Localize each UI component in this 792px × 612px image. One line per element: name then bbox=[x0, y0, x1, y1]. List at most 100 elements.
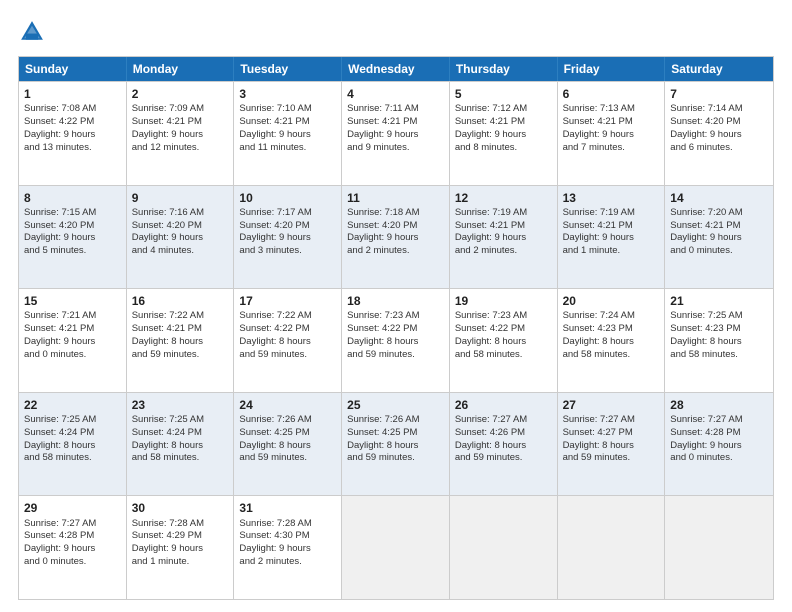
sunrise-text: Sunrise: 7:23 AM bbox=[347, 310, 444, 323]
sunrise-text: Sunrise: 7:17 AM bbox=[239, 207, 336, 220]
daylight-hours: and 58 minutes. bbox=[132, 452, 229, 465]
daylight-hours: and 9 minutes. bbox=[347, 142, 444, 155]
calendar-day: 15Sunrise: 7:21 AMSunset: 4:21 PMDayligh… bbox=[19, 289, 127, 392]
sunrise-text: Sunrise: 7:27 AM bbox=[563, 414, 660, 427]
sunset-text: Sunset: 4:20 PM bbox=[24, 220, 121, 233]
sunset-text: Sunset: 4:21 PM bbox=[455, 116, 552, 129]
sunset-text: Sunset: 4:22 PM bbox=[347, 323, 444, 336]
sunset-text: Sunset: 4:27 PM bbox=[563, 427, 660, 440]
day-number: 29 bbox=[24, 500, 121, 516]
sunset-text: Sunset: 4:22 PM bbox=[24, 116, 121, 129]
calendar-day: 2Sunrise: 7:09 AMSunset: 4:21 PMDaylight… bbox=[127, 82, 235, 185]
sunset-text: Sunset: 4:21 PM bbox=[670, 220, 768, 233]
calendar-header: SundayMondayTuesdayWednesdayThursdayFrid… bbox=[19, 57, 773, 81]
calendar-day: 11Sunrise: 7:18 AMSunset: 4:20 PMDayligh… bbox=[342, 186, 450, 289]
day-number: 8 bbox=[24, 190, 121, 206]
sunrise-text: Sunrise: 7:19 AM bbox=[455, 207, 552, 220]
calendar-day-empty bbox=[342, 496, 450, 599]
day-number: 28 bbox=[670, 397, 768, 413]
calendar-day: 8Sunrise: 7:15 AMSunset: 4:20 PMDaylight… bbox=[19, 186, 127, 289]
day-number: 14 bbox=[670, 190, 768, 206]
daylight-hours: and 8 minutes. bbox=[455, 142, 552, 155]
calendar-body: 1Sunrise: 7:08 AMSunset: 4:22 PMDaylight… bbox=[19, 81, 773, 599]
daylight-hours: and 59 minutes. bbox=[239, 349, 336, 362]
daylight-label: Daylight: 9 hours bbox=[455, 129, 552, 142]
calendar-day: 17Sunrise: 7:22 AMSunset: 4:22 PMDayligh… bbox=[234, 289, 342, 392]
sunset-text: Sunset: 4:26 PM bbox=[455, 427, 552, 440]
weekday-header: Sunday bbox=[19, 57, 127, 81]
sunrise-text: Sunrise: 7:22 AM bbox=[239, 310, 336, 323]
daylight-hours: and 59 minutes. bbox=[455, 452, 552, 465]
daylight-hours: and 59 minutes. bbox=[347, 452, 444, 465]
calendar-week: 15Sunrise: 7:21 AMSunset: 4:21 PMDayligh… bbox=[19, 288, 773, 392]
sunset-text: Sunset: 4:25 PM bbox=[347, 427, 444, 440]
sunrise-text: Sunrise: 7:13 AM bbox=[563, 103, 660, 116]
daylight-hours: and 59 minutes. bbox=[239, 452, 336, 465]
calendar-day: 9Sunrise: 7:16 AMSunset: 4:20 PMDaylight… bbox=[127, 186, 235, 289]
calendar-day: 5Sunrise: 7:12 AMSunset: 4:21 PMDaylight… bbox=[450, 82, 558, 185]
calendar-day-empty bbox=[665, 496, 773, 599]
daylight-label: Daylight: 8 hours bbox=[239, 336, 336, 349]
weekday-header: Saturday bbox=[665, 57, 773, 81]
sunrise-text: Sunrise: 7:16 AM bbox=[132, 207, 229, 220]
day-number: 5 bbox=[455, 86, 552, 102]
calendar-day: 10Sunrise: 7:17 AMSunset: 4:20 PMDayligh… bbox=[234, 186, 342, 289]
calendar-day: 19Sunrise: 7:23 AMSunset: 4:22 PMDayligh… bbox=[450, 289, 558, 392]
daylight-hours: and 2 minutes. bbox=[239, 556, 336, 569]
logo-icon bbox=[18, 18, 46, 46]
daylight-hours: and 59 minutes. bbox=[132, 349, 229, 362]
daylight-hours: and 3 minutes. bbox=[239, 245, 336, 258]
daylight-label: Daylight: 9 hours bbox=[670, 232, 768, 245]
page: SundayMondayTuesdayWednesdayThursdayFrid… bbox=[0, 0, 792, 612]
calendar-day: 20Sunrise: 7:24 AMSunset: 4:23 PMDayligh… bbox=[558, 289, 666, 392]
day-number: 18 bbox=[347, 293, 444, 309]
calendar-week: 1Sunrise: 7:08 AMSunset: 4:22 PMDaylight… bbox=[19, 81, 773, 185]
sunset-text: Sunset: 4:21 PM bbox=[132, 116, 229, 129]
weekday-header: Friday bbox=[558, 57, 666, 81]
calendar-day: 29Sunrise: 7:27 AMSunset: 4:28 PMDayligh… bbox=[19, 496, 127, 599]
daylight-hours: and 12 minutes. bbox=[132, 142, 229, 155]
calendar-day: 13Sunrise: 7:19 AMSunset: 4:21 PMDayligh… bbox=[558, 186, 666, 289]
daylight-hours: and 0 minutes. bbox=[670, 452, 768, 465]
sunset-text: Sunset: 4:28 PM bbox=[24, 530, 121, 543]
sunset-text: Sunset: 4:21 PM bbox=[239, 116, 336, 129]
daylight-label: Daylight: 8 hours bbox=[347, 440, 444, 453]
daylight-hours: and 58 minutes. bbox=[670, 349, 768, 362]
calendar-week: 29Sunrise: 7:27 AMSunset: 4:28 PMDayligh… bbox=[19, 495, 773, 599]
sunset-text: Sunset: 4:21 PM bbox=[24, 323, 121, 336]
calendar-day: 23Sunrise: 7:25 AMSunset: 4:24 PMDayligh… bbox=[127, 393, 235, 496]
calendar-day: 31Sunrise: 7:28 AMSunset: 4:30 PMDayligh… bbox=[234, 496, 342, 599]
sunrise-text: Sunrise: 7:11 AM bbox=[347, 103, 444, 116]
sunset-text: Sunset: 4:24 PM bbox=[132, 427, 229, 440]
daylight-label: Daylight: 9 hours bbox=[563, 232, 660, 245]
daylight-label: Daylight: 8 hours bbox=[347, 336, 444, 349]
calendar-day: 28Sunrise: 7:27 AMSunset: 4:28 PMDayligh… bbox=[665, 393, 773, 496]
day-number: 10 bbox=[239, 190, 336, 206]
daylight-label: Daylight: 8 hours bbox=[563, 336, 660, 349]
sunrise-text: Sunrise: 7:15 AM bbox=[24, 207, 121, 220]
sunrise-text: Sunrise: 7:12 AM bbox=[455, 103, 552, 116]
day-number: 27 bbox=[563, 397, 660, 413]
daylight-label: Daylight: 8 hours bbox=[670, 336, 768, 349]
sunrise-text: Sunrise: 7:20 AM bbox=[670, 207, 768, 220]
daylight-label: Daylight: 9 hours bbox=[24, 129, 121, 142]
daylight-hours: and 1 minute. bbox=[132, 556, 229, 569]
daylight-hours: and 2 minutes. bbox=[455, 245, 552, 258]
daylight-hours: and 58 minutes. bbox=[455, 349, 552, 362]
day-number: 25 bbox=[347, 397, 444, 413]
daylight-label: Daylight: 9 hours bbox=[24, 232, 121, 245]
daylight-label: Daylight: 9 hours bbox=[239, 543, 336, 556]
calendar-week: 8Sunrise: 7:15 AMSunset: 4:20 PMDaylight… bbox=[19, 185, 773, 289]
sunrise-text: Sunrise: 7:08 AM bbox=[24, 103, 121, 116]
calendar-day: 3Sunrise: 7:10 AMSunset: 4:21 PMDaylight… bbox=[234, 82, 342, 185]
calendar-day: 12Sunrise: 7:19 AMSunset: 4:21 PMDayligh… bbox=[450, 186, 558, 289]
daylight-hours: and 58 minutes. bbox=[24, 452, 121, 465]
day-number: 24 bbox=[239, 397, 336, 413]
calendar-day: 27Sunrise: 7:27 AMSunset: 4:27 PMDayligh… bbox=[558, 393, 666, 496]
sunset-text: Sunset: 4:23 PM bbox=[563, 323, 660, 336]
daylight-hours: and 59 minutes. bbox=[563, 452, 660, 465]
sunset-text: Sunset: 4:21 PM bbox=[455, 220, 552, 233]
daylight-label: Daylight: 8 hours bbox=[455, 336, 552, 349]
day-number: 20 bbox=[563, 293, 660, 309]
sunrise-text: Sunrise: 7:27 AM bbox=[670, 414, 768, 427]
